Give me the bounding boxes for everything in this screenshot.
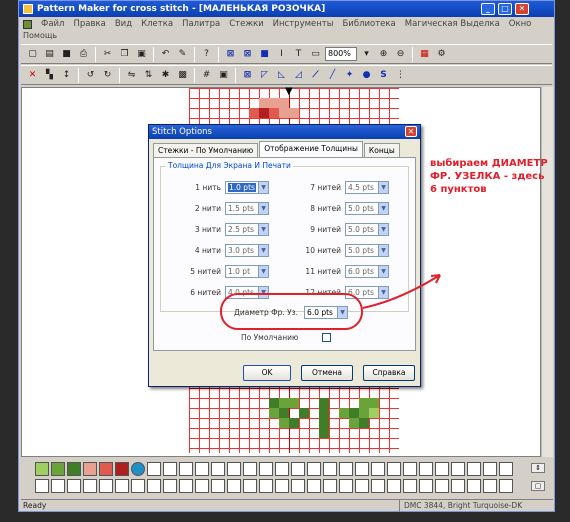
annotation-text: выбираем ДИАМЕТР ФР. УЗЕЛКА - здесь 6 пу…: [430, 158, 548, 195]
annotation-arrow: [362, 274, 441, 309]
